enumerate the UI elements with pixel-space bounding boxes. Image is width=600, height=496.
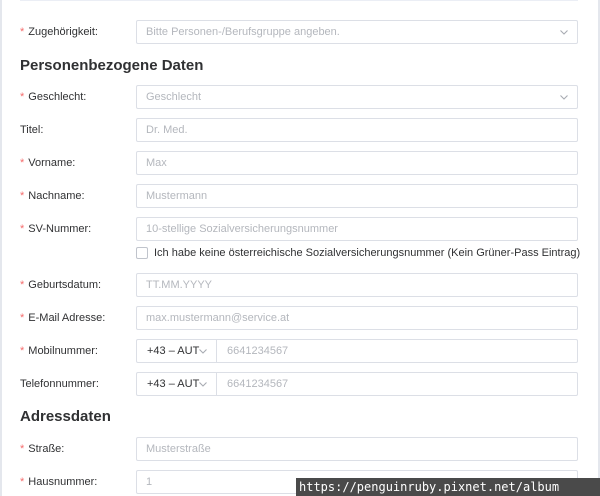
- required-marker: *: [20, 190, 25, 202]
- email-label: * E-Mail Adresse:: [20, 312, 106, 324]
- form-row-geburtsdatum: * Geburtsdatum: TT.MM.YYYY: [20, 273, 578, 297]
- geburtsdatum-input[interactable]: TT.MM.YYYY: [136, 273, 578, 297]
- sv-nummer-input[interactable]: 10-stellige Sozialversicherungsnummer: [136, 217, 578, 241]
- vorname-input[interactable]: Max: [136, 151, 578, 175]
- form-row-sv-nummer: * SV-Nummer: 10-stellige Sozialversicheru…: [20, 217, 578, 241]
- zugehoerigkeit-placeholder: Bitte Personen-/Berufsgruppe angeben.: [146, 26, 340, 38]
- form-row-telefonnummer: Telefonnummer: +43 – AUT 6641234567: [20, 372, 578, 396]
- telefonnummer-input[interactable]: 6641234567: [227, 373, 288, 395]
- frame-border-left: [0, 0, 2, 496]
- telefonnummer-label: Telefonnummer:: [20, 378, 99, 390]
- vorname-placeholder: Max: [146, 157, 167, 169]
- form-row-email: * E-Mail Adresse: max.mustermann@service.…: [20, 306, 578, 330]
- required-marker: *: [20, 312, 25, 324]
- required-marker: *: [20, 345, 25, 357]
- form-row-geschlecht: * Geschlecht: Geschlecht: [20, 85, 578, 109]
- zugehoerigkeit-label: * Zugehörigkeit:: [20, 26, 98, 38]
- telefonnummer-country-code: +43 – AUT: [147, 378, 200, 390]
- form-row-mobilnummer: * Mobilnummer: +43 – AUT 6641234567: [20, 339, 578, 363]
- required-marker: *: [20, 26, 25, 38]
- no-sv-checkbox-label[interactable]: Ich habe keine österreichische Sozialver…: [154, 245, 580, 261]
- form-row-vorname: * Vorname: Max: [20, 151, 578, 175]
- chevron-down-icon: [199, 349, 207, 354]
- sv-nummer-label: * SV-Nummer:: [20, 223, 92, 235]
- telefonnummer-field: +43 – AUT 6641234567: [136, 372, 578, 396]
- mobilnummer-input[interactable]: 6641234567: [227, 340, 288, 362]
- chevron-down-icon: [560, 30, 568, 35]
- titel-placeholder: Dr. Med.: [146, 124, 188, 136]
- strasse-placeholder: Musterstraße: [146, 443, 211, 455]
- no-sv-checkbox[interactable]: [136, 247, 148, 259]
- strasse-label: * Straße:: [20, 443, 65, 455]
- titel-input[interactable]: Dr. Med.: [136, 118, 578, 142]
- required-marker: *: [20, 443, 25, 455]
- zugehoerigkeit-select[interactable]: Bitte Personen-/Berufsgruppe angeben.: [136, 20, 578, 44]
- mobilnummer-country-code: +43 – AUT: [147, 345, 200, 357]
- vorname-label: * Vorname:: [20, 157, 76, 169]
- nachname-input[interactable]: Mustermann: [136, 184, 578, 208]
- nachname-placeholder: Mustermann: [146, 190, 208, 202]
- form-row-zugehoerigkeit: * Zugehörigkeit: Bitte Personen-/Berufsgr…: [20, 20, 578, 44]
- geschlecht-label: * Geschlecht:: [20, 91, 87, 103]
- section-title-address: Adressdaten: [20, 408, 111, 425]
- form-row-titel: Titel: Dr. Med.: [20, 118, 578, 142]
- email-field[interactable]: max.mustermann@service.at: [136, 306, 578, 330]
- geburtsdatum-label: * Geburtsdatum:: [20, 279, 102, 291]
- mobilnummer-field: +43 – AUT 6641234567: [136, 339, 578, 363]
- section-title-personal: Personenbezogene Daten: [20, 57, 204, 74]
- required-marker: *: [20, 91, 25, 103]
- geschlecht-placeholder: Geschlecht: [146, 91, 202, 103]
- mobilnummer-label: * Mobilnummer:: [20, 345, 98, 357]
- form-row-nachname: * Nachname: Mustermann: [20, 184, 578, 208]
- sv-nummer-placeholder: 10-stellige Sozialversicherungsnummer: [146, 223, 338, 235]
- required-marker: *: [20, 476, 25, 488]
- chevron-down-icon: [560, 95, 568, 100]
- form-row-strasse: * Straße: Musterstraße: [20, 437, 578, 461]
- email-placeholder: max.mustermann@service.at: [146, 312, 290, 324]
- strasse-input[interactable]: Musterstraße: [136, 437, 578, 461]
- chevron-down-icon: [199, 382, 207, 387]
- required-marker: *: [20, 279, 25, 291]
- watermark-url: https://penguinruby.pixnet.net/album: [296, 478, 600, 496]
- telefonnummer-country-select[interactable]: +43 – AUT: [137, 373, 217, 395]
- geburtsdatum-placeholder: TT.MM.YYYY: [146, 279, 213, 291]
- top-divider: [20, 0, 578, 1]
- titel-label: Titel:: [20, 124, 44, 136]
- mobilnummer-country-select[interactable]: +43 – AUT: [137, 340, 217, 362]
- nachname-label: * Nachname:: [20, 190, 85, 202]
- hausnummer-placeholder: 1: [146, 476, 153, 488]
- geschlecht-select[interactable]: Geschlecht: [136, 85, 578, 109]
- hausnummer-label: * Hausnummer:: [20, 476, 98, 488]
- required-marker: *: [20, 223, 25, 235]
- required-marker: *: [20, 157, 25, 169]
